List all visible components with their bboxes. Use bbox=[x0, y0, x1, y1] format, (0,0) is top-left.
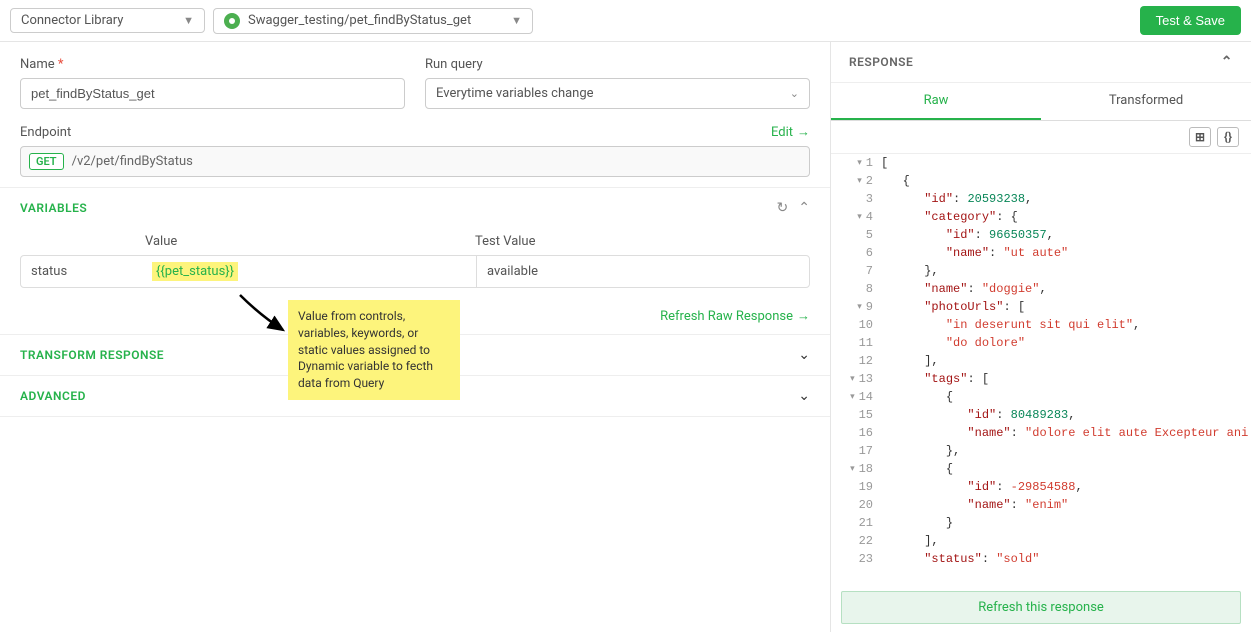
refresh-response-button[interactable]: Refresh this response bbox=[841, 591, 1241, 624]
name-label: Name * bbox=[20, 57, 405, 72]
connector-library-dropdown[interactable]: Connector Library ▼ bbox=[10, 8, 205, 33]
endpoint-path: /v2/pet/findByStatus bbox=[72, 154, 193, 169]
test-save-button[interactable]: Test & Save bbox=[1140, 6, 1241, 35]
variable-row: status {{pet_status}} available bbox=[20, 255, 810, 288]
refresh-raw-link[interactable]: Refresh Raw Response → bbox=[660, 308, 810, 324]
refresh-icon[interactable]: ↻ bbox=[777, 200, 789, 216]
table-view-icon[interactable]: ⊞ bbox=[1189, 127, 1211, 147]
connector-label: Connector Library bbox=[21, 13, 123, 28]
response-title: RESPONSE bbox=[849, 55, 913, 69]
method-badge: GET bbox=[29, 153, 64, 170]
chevron-down-icon: ⌄ bbox=[790, 87, 799, 100]
expand-icon: ⌄ bbox=[798, 347, 810, 363]
arrow-right-icon: → bbox=[797, 124, 810, 140]
chevron-down-icon: ▼ bbox=[183, 14, 194, 27]
transform-title: TRANSFORM RESPONSE bbox=[20, 348, 164, 362]
var-test-cell[interactable]: available bbox=[476, 256, 809, 287]
annotation-tooltip: Value from controls, variables, keywords… bbox=[288, 300, 460, 400]
expand-icon: ⌄ bbox=[798, 388, 810, 404]
var-value-highlight: {{pet_status}} bbox=[152, 262, 238, 281]
arrow-right-icon: → bbox=[797, 308, 810, 324]
collapse-icon[interactable]: ⌃ bbox=[1221, 54, 1233, 70]
collapse-icon[interactable]: ⌃ bbox=[798, 200, 810, 216]
tab-raw[interactable]: Raw bbox=[831, 83, 1041, 120]
variables-title: VARIABLES bbox=[20, 201, 87, 215]
path-label: Swagger_testing/pet_findByStatus_get bbox=[248, 13, 503, 28]
tab-transformed[interactable]: Transformed bbox=[1041, 83, 1251, 120]
json-view-icon[interactable]: {} bbox=[1217, 127, 1239, 147]
run-query-label: Run query bbox=[425, 57, 810, 72]
run-query-select[interactable]: Everytime variables change ⌄ bbox=[425, 78, 810, 109]
advanced-title: ADVANCED bbox=[20, 389, 86, 403]
edit-link[interactable]: Edit → bbox=[771, 124, 810, 140]
var-name: status bbox=[21, 256, 146, 287]
endpoint-box: GET /v2/pet/findByStatus bbox=[20, 146, 810, 177]
test-value-header: Test Value bbox=[475, 234, 810, 249]
status-dot-icon bbox=[224, 13, 240, 29]
json-code-viewer[interactable]: ▾1[▾2 {3 "id": 20593238,▾4 "category": {… bbox=[831, 154, 1251, 568]
path-dropdown[interactable]: Swagger_testing/pet_findByStatus_get ▼ bbox=[213, 8, 533, 34]
endpoint-label: Endpoint bbox=[20, 125, 71, 140]
value-header: Value bbox=[145, 234, 475, 249]
var-value-cell[interactable]: {{pet_status}} bbox=[146, 256, 476, 287]
chevron-down-icon: ▼ bbox=[511, 14, 522, 27]
name-input[interactable] bbox=[20, 78, 405, 109]
